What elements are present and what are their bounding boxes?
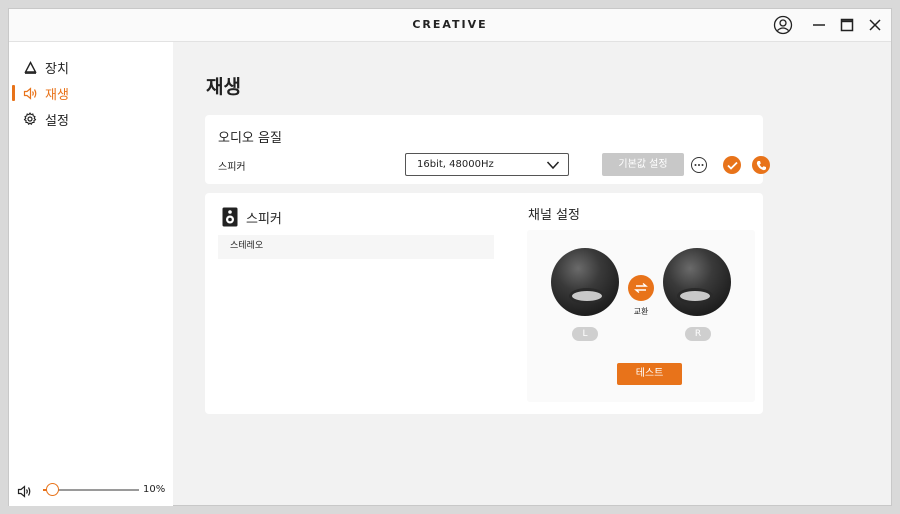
audio-quality-card: 오디오 음질 스피커 16bit, 48000Hz 기본값 설정	[205, 115, 770, 184]
main-content: 재생 오디오 음질 스피커 16bit, 48000Hz 기본값 설정 스피커 …	[173, 42, 893, 506]
speaker-wave-icon	[21, 86, 39, 100]
maximize-icon[interactable]	[835, 14, 859, 36]
minimize-icon[interactable]	[807, 14, 831, 36]
playback-default-check-icon[interactable]	[723, 156, 741, 174]
test-button[interactable]: 테스트	[617, 363, 682, 385]
volume-value: 10%	[143, 484, 166, 495]
sidebar-item-devices[interactable]: 장치	[9, 56, 173, 78]
right-channel-label: R	[685, 327, 711, 341]
speaker-card: 스피커 스테레오 채널 설정 교환 L R 테스트	[205, 193, 763, 414]
sidebar-item-label: 장치	[45, 61, 69, 77]
audio-format-select[interactable]: 16bit, 48000Hz	[405, 153, 569, 176]
set-default-button[interactable]: 기본값 설정	[602, 153, 684, 176]
volume-slider-track[interactable]	[43, 483, 139, 496]
sidebar-item-settings[interactable]: 설정	[9, 108, 173, 130]
speaker-mode-row[interactable]: 스테레오	[218, 235, 494, 259]
title-bar: CREATIVE	[9, 9, 891, 42]
channel-settings-title: 채널 설정	[528, 208, 580, 223]
volume-control: 10%	[17, 482, 167, 498]
left-channel-label: L	[572, 327, 598, 341]
sidebar-item-label: 재생	[45, 87, 69, 103]
device-icon	[21, 60, 39, 74]
channel-settings-panel: 교환 L R 테스트	[527, 230, 755, 402]
audio-format-value: 16bit, 48000Hz	[417, 159, 494, 170]
sidebar: 장치 재생 설정 10%	[9, 42, 173, 506]
user-icon[interactable]	[771, 14, 795, 36]
app-window: CREATIVE 장치 재생 설정 10% 재생 오디오 음질 스피커 16bi…	[8, 8, 892, 506]
more-options-icon[interactable]	[691, 157, 707, 173]
speaker-device-icon	[222, 207, 238, 231]
right-speaker-image	[663, 248, 731, 316]
audio-quality-title: 오디오 음질	[218, 131, 282, 146]
speaker-card-title: 스피커	[246, 212, 282, 227]
page-title: 재생	[206, 76, 241, 98]
chevron-down-icon	[546, 158, 560, 179]
swap-label: 교환	[633, 307, 649, 316]
gear-icon	[21, 112, 39, 126]
sidebar-item-playback[interactable]: 재생	[9, 82, 173, 104]
close-icon[interactable]	[863, 14, 887, 36]
swap-channels-icon[interactable]	[628, 275, 654, 301]
volume-icon[interactable]	[17, 483, 32, 502]
communication-phone-icon[interactable]	[752, 156, 770, 174]
sidebar-item-label: 설정	[45, 113, 69, 129]
device-label: 스피커	[218, 162, 246, 173]
left-speaker-image	[551, 248, 619, 316]
brand-logo: CREATIVE	[412, 18, 488, 31]
volume-slider-thumb[interactable]	[46, 483, 60, 496]
